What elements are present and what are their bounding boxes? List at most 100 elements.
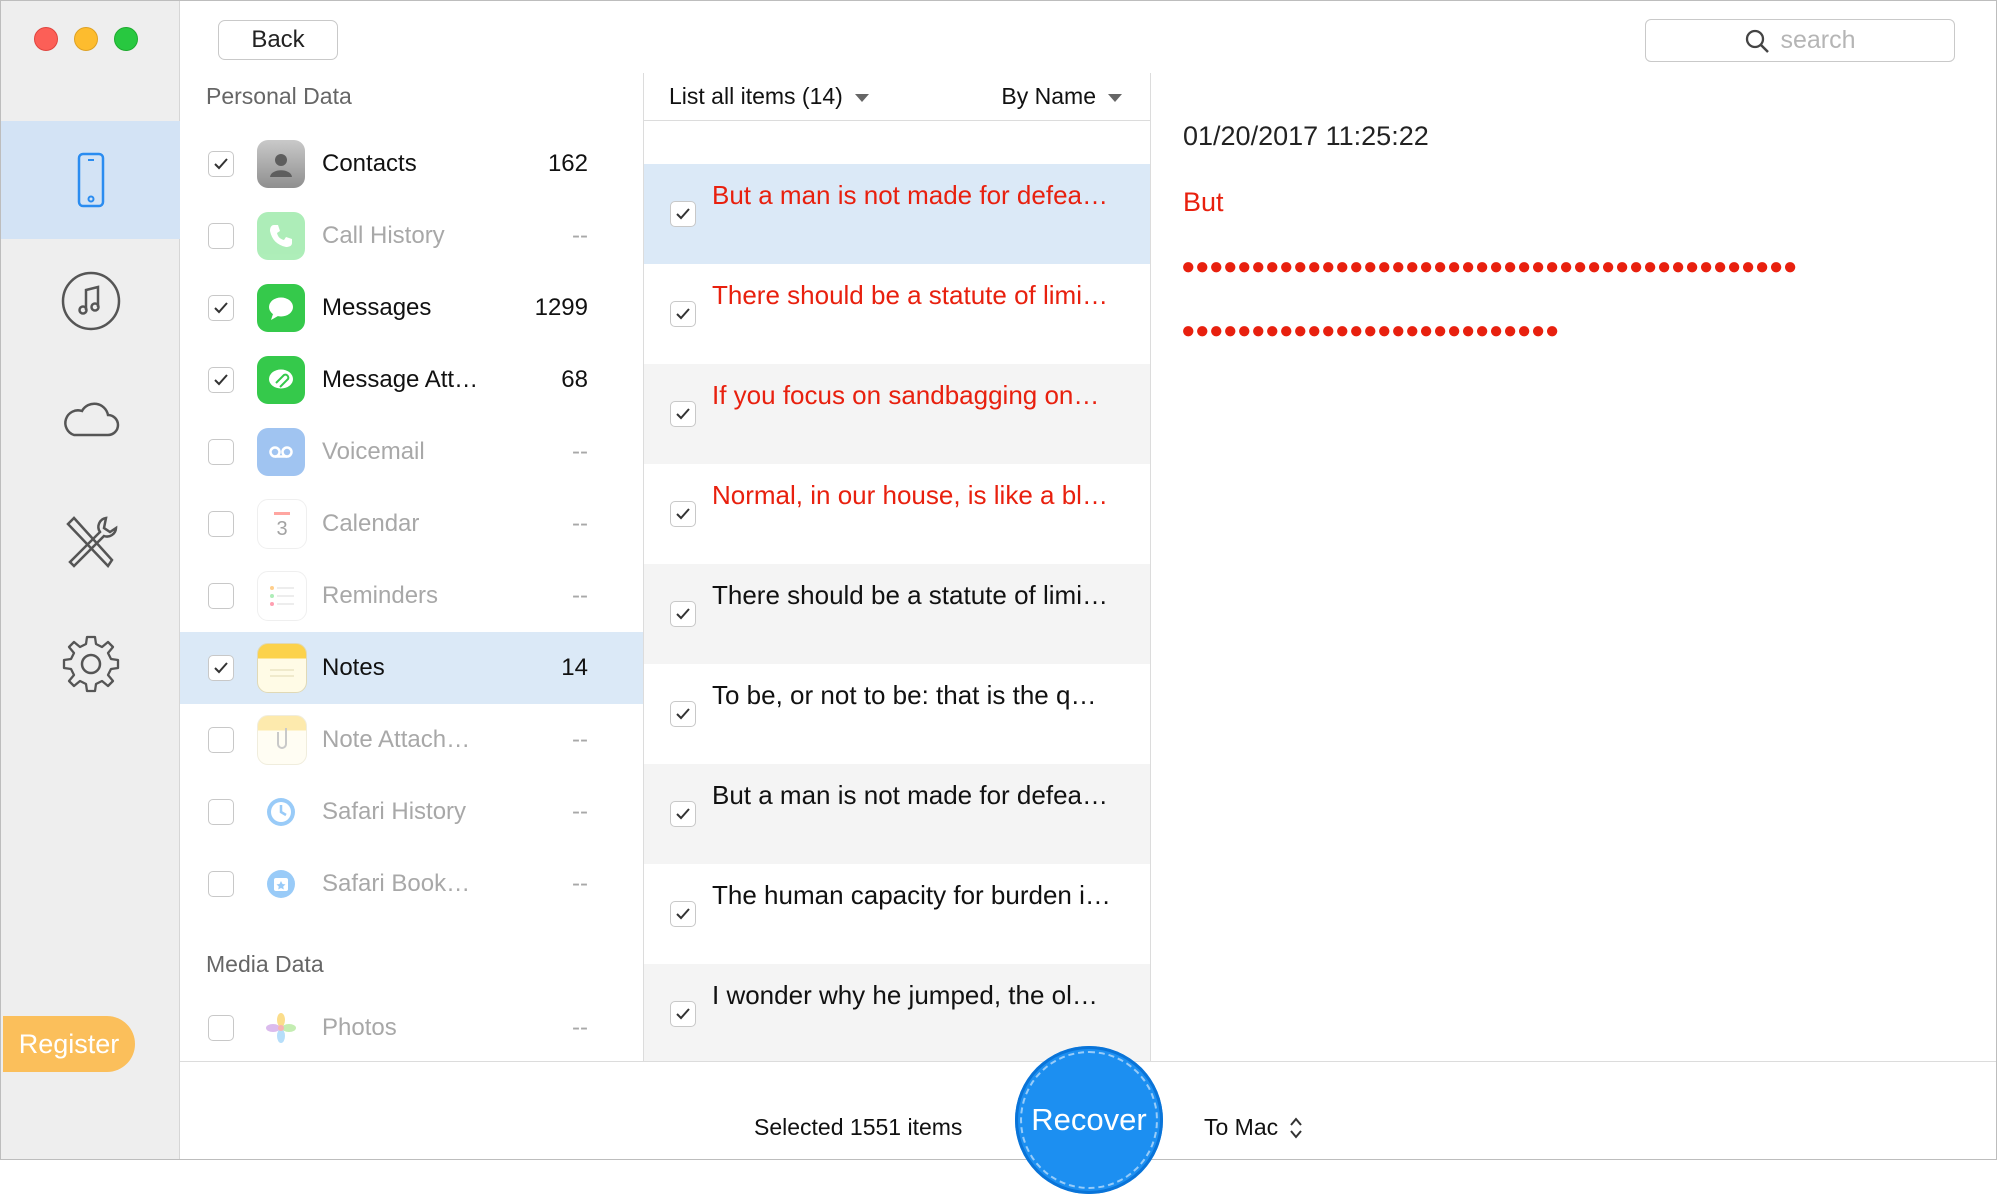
calendar-icon: 3 <box>257 499 307 549</box>
back-button[interactable]: Back <box>218 20 338 60</box>
rail-item-tools[interactable] <box>1 484 180 602</box>
rail-item-icloud[interactable] <box>1 363 180 481</box>
checkbox[interactable] <box>208 727 234 753</box>
category-notes[interactable]: Notes 14 <box>180 632 643 704</box>
checkbox[interactable] <box>670 201 696 227</box>
checkmark-icon <box>214 302 228 314</box>
category-label: Reminders <box>322 582 439 609</box>
checkbox[interactable] <box>208 151 234 177</box>
selection-count: Selected 1551 items <box>754 1114 963 1140</box>
category-count: -- <box>572 510 588 537</box>
checkbox[interactable] <box>670 301 696 327</box>
rail-item-settings[interactable] <box>1 605 180 723</box>
checkbox[interactable] <box>208 655 234 681</box>
category-contacts[interactable]: Contacts 162 <box>180 128 643 200</box>
category-call-history[interactable]: Call History -- <box>180 200 643 272</box>
checkmark-icon <box>676 508 690 520</box>
tools-icon <box>65 516 117 568</box>
note-attachment-icon <box>257 715 307 765</box>
category-count: -- <box>572 1014 588 1041</box>
destination-select[interactable]: To Mac <box>1204 1114 1304 1141</box>
list-item[interactable]: But a man is not made for defea… <box>644 164 1150 264</box>
checkbox[interactable] <box>208 295 234 321</box>
category-reminders[interactable]: Reminders -- <box>180 560 643 632</box>
rail-item-music[interactable] <box>1 242 180 360</box>
phone-call-icon <box>257 212 305 260</box>
zoom-window-button[interactable] <box>114 27 138 51</box>
search-input[interactable]: search <box>1645 19 1955 62</box>
media-data-heading: Media Data <box>206 951 324 977</box>
notes-icon <box>257 643 307 693</box>
chevron-down-icon <box>1108 93 1122 102</box>
checkbox[interactable] <box>670 601 696 627</box>
category-label: Photos <box>322 1014 397 1041</box>
checkbox[interactable] <box>208 511 234 537</box>
note-title: If you focus on sandbagging on… <box>712 380 1100 410</box>
checkbox[interactable] <box>670 501 696 527</box>
category-label: Notes <box>322 654 385 681</box>
list-item[interactable]: The human capacity for burden i… <box>644 864 1150 964</box>
category-voicemail[interactable]: Voicemail -- <box>180 416 643 488</box>
sort-dropdown[interactable]: By Name <box>1001 83 1122 110</box>
list-item[interactable]: To be, or not to be: that is the q… <box>644 664 1150 764</box>
checkmark-icon <box>676 208 690 220</box>
note-title: But a man is not made for defea… <box>712 180 1108 210</box>
checkmark-icon <box>676 808 690 820</box>
messages-icon <box>257 284 305 332</box>
note-title: Normal, in our house, is like a bl… <box>712 480 1108 510</box>
checkbox[interactable] <box>670 801 696 827</box>
note-title: But a man is not made for defea… <box>712 780 1108 810</box>
checkbox[interactable] <box>208 1015 234 1041</box>
checkbox[interactable] <box>670 901 696 927</box>
svg-text:3: 3 <box>276 518 287 540</box>
checkbox[interactable] <box>208 871 234 897</box>
note-body-line: ●●●●●●●●●●●●●●●●●●●●●●●●●●● <box>1181 317 1559 344</box>
up-down-chevron-icon <box>1290 1116 1302 1139</box>
category-label: Note Attach… <box>322 726 471 753</box>
checkbox[interactable] <box>670 701 696 727</box>
list-item[interactable]: There should be a statute of limi… <box>644 264 1150 364</box>
checkbox[interactable] <box>208 223 234 249</box>
category-count: 68 <box>561 366 588 393</box>
checkbox[interactable] <box>670 401 696 427</box>
category-messages[interactable]: Messages 1299 <box>180 272 643 344</box>
filter-dropdown[interactable]: List all items (14) <box>669 83 869 110</box>
category-note-attachments[interactable]: Note Attach… -- <box>180 704 643 776</box>
category-message-attachments[interactable]: Message Att… 68 <box>180 344 643 416</box>
phone-icon <box>77 152 104 208</box>
category-panel: Personal Data Contacts 162 Call History … <box>180 73 644 1061</box>
checkbox[interactable] <box>208 799 234 825</box>
register-button[interactable]: Register <box>3 1016 135 1072</box>
sidebar-rail: Register <box>1 1 180 1159</box>
list-header: List all items (14) By Name <box>644 73 1150 121</box>
note-title: There should be a statute of limi… <box>712 580 1108 610</box>
category-safari-history[interactable]: Safari History -- <box>180 776 643 848</box>
checkmark-icon <box>676 908 690 920</box>
sort-label: By Name <box>1001 83 1096 109</box>
list-item[interactable]: If you focus on sandbagging on… <box>644 364 1150 464</box>
search-icon <box>1746 29 1770 53</box>
rail-item-device[interactable] <box>1 121 180 239</box>
checkbox[interactable] <box>670 1001 696 1027</box>
close-window-button[interactable] <box>34 27 58 51</box>
toolbar: Back search <box>180 1 1996 74</box>
recover-button[interactable]: Recover <box>1015 1046 1163 1194</box>
checkbox[interactable] <box>208 439 234 465</box>
category-calendar[interactable]: 3 Calendar -- <box>180 488 643 560</box>
minimize-window-button[interactable] <box>74 27 98 51</box>
checkmark-icon <box>676 408 690 420</box>
checkbox[interactable] <box>208 583 234 609</box>
list-item[interactable]: But a man is not made for defea… <box>644 764 1150 864</box>
category-photos[interactable]: Photos -- <box>180 992 643 1061</box>
category-count: -- <box>572 726 588 753</box>
category-label: Messages <box>322 294 432 321</box>
checkmark-icon <box>214 374 228 386</box>
category-count: -- <box>572 582 588 609</box>
list-item[interactable]: Normal, in our house, is like a bl… <box>644 464 1150 564</box>
note-date: 01/20/2017 11:25:22 <box>1183 121 1429 151</box>
checkbox[interactable] <box>208 367 234 393</box>
app-window: Register Back search Personal Data Conta… <box>0 0 1997 1160</box>
list-item[interactable]: There should be a statute of limi… <box>644 564 1150 664</box>
category-safari-bookmarks[interactable]: Safari Book… -- <box>180 848 643 920</box>
checkmark-icon <box>676 608 690 620</box>
